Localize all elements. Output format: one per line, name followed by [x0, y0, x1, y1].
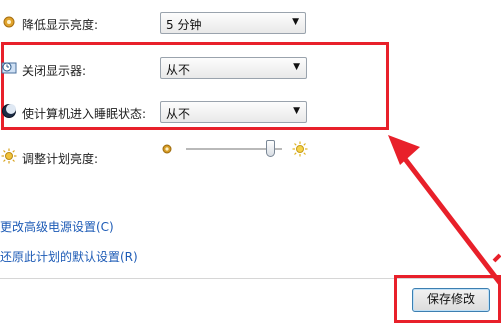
- sleep-select[interactable]: 从不 ▼: [160, 101, 307, 123]
- dim-display-label: 降低显示亮度:: [22, 18, 99, 32]
- chevron-down-icon: ▼: [292, 17, 299, 27]
- dim-display-value: 5 分钟: [166, 18, 202, 32]
- advanced-settings-link[interactable]: 更改高级电源设置(C): [0, 218, 114, 235]
- brightness-slider-thumb[interactable]: [265, 140, 275, 157]
- moon-sleep-icon: [2, 104, 16, 118]
- turn-off-display-value: 从不: [166, 63, 191, 77]
- low-brightness-icon: [162, 144, 172, 154]
- sleep-value: 从不: [166, 107, 191, 121]
- save-changes-button[interactable]: 保存修改: [412, 288, 490, 312]
- dim-brightness-icon: [3, 16, 15, 28]
- sun-icon: [1, 148, 17, 164]
- turn-off-display-label: 关闭显示器:: [22, 64, 87, 78]
- dim-display-select[interactable]: 5 分钟 ▼: [160, 12, 306, 34]
- high-brightness-icon: [292, 141, 308, 157]
- turn-off-display-select[interactable]: 从不 ▼: [160, 57, 307, 79]
- sleep-label: 使计算机进入睡眠状态:: [22, 107, 147, 121]
- restore-defaults-link[interactable]: 还原此计划的默认设置(R): [0, 248, 138, 265]
- monitor-clock-icon: [1, 62, 17, 74]
- chevron-down-icon: ▼: [293, 62, 300, 72]
- chevron-down-icon: ▼: [293, 106, 300, 116]
- brightness-label: 调整计划亮度:: [22, 152, 99, 166]
- annotation-arrow: [388, 135, 501, 285]
